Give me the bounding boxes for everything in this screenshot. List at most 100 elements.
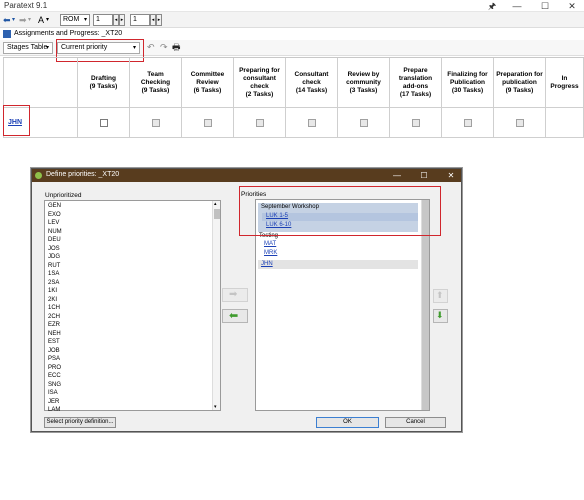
list-item[interactable]: 1CH [48,304,60,313]
close-button[interactable]: ✕ [442,169,460,182]
column-header: Review by community (3 Tasks) [338,58,390,108]
move-right-button[interactable]: ➡ [222,288,248,302]
arrow-left-icon: ⬅ [229,310,239,322]
font-size-label[interactable]: A [38,14,44,26]
undo-icon[interactable]: ↶ [147,41,155,53]
list-item[interactable]: EST [48,338,60,347]
table-cell [442,108,494,138]
font-dropdown-icon[interactable]: ▾ [46,14,49,26]
table-row-book: JHN [3,108,78,138]
view-dropdown[interactable]: Stages Table ▾ [3,42,53,54]
task-checkbox[interactable] [99,118,108,127]
list-item[interactable]: 1KI [48,287,57,296]
priority-item[interactable]: JHN [261,261,273,267]
priority-item[interactable]: LUK 1-5 [266,213,288,219]
verse-field[interactable]: 1 [130,14,150,26]
maximize-button[interactable]: ☐ [535,0,555,12]
arrow-down-icon: ⬇ [436,310,444,320]
priority-item[interactable]: MRK [264,250,277,256]
priority-item[interactable]: LUK 6-10 [266,222,291,228]
priority-group[interactable]: September Workshop LUK 1-5 LUK 6-10 [258,203,418,232]
column-header: Committee Review (6 Tasks) [182,58,234,108]
list-item[interactable]: DEU [48,236,61,245]
cancel-button[interactable]: Cancel [385,417,446,428]
arrow-right-icon: ➡ [229,289,238,300]
list-item[interactable]: RUT [48,262,60,271]
chevron-down-icon: ▾ [83,17,87,23]
task-checkbox[interactable] [463,118,472,127]
list-item[interactable]: ECC [48,372,61,381]
ok-button[interactable]: OK [316,417,379,428]
scroll-up-icon[interactable]: ▴ [214,201,217,207]
list-item[interactable]: JDG [48,253,60,262]
priorities-scrollbar[interactable] [421,200,429,410]
priority-item[interactable]: MAT [264,241,276,247]
list-item[interactable]: LAM [48,406,60,415]
list-item[interactable]: 2KI [48,296,57,305]
priority-group[interactable]: JHN [258,260,418,269]
print-icon[interactable]: 🖶 [172,41,181,53]
back-arrow-icon[interactable]: ⬅ [3,14,11,26]
chapter-field[interactable]: 1 [93,14,113,26]
scroll-down-icon[interactable]: ▾ [214,404,217,410]
list-item[interactable]: SNG [48,381,61,390]
minimize-button[interactable]: — [388,169,406,182]
select-priority-definition-button[interactable]: Select priority definition... [44,417,116,428]
task-checkbox[interactable] [359,118,368,127]
move-up-button[interactable]: ⬆ [433,289,448,303]
unprioritized-scrollbar[interactable]: ▴ ▾ [212,201,220,410]
list-item[interactable]: LEV [48,219,59,228]
list-item[interactable]: EXO [48,211,61,220]
task-checkbox[interactable] [515,118,524,127]
forward-arrow-icon[interactable]: ➡ [19,14,27,26]
close-button[interactable]: ✕ [562,0,582,12]
priority-dropdown[interactable]: Current priority ▾ [57,42,140,54]
move-down-button[interactable]: ⬇ [433,309,448,323]
pin-icon[interactable]: 🖈 [482,0,502,12]
priorities-list[interactable]: September Workshop LUK 1-5 LUK 6-10 Test… [255,199,430,411]
book-link-jhn[interactable]: JHN [8,119,22,126]
maximize-button[interactable]: ☐ [415,169,433,182]
task-checkbox[interactable] [151,118,160,127]
book-column-header [3,58,78,108]
priority-dropdown-value: Current priority [61,44,108,51]
unprioritized-label: Unprioritized [45,192,82,199]
list-item[interactable]: JOB [48,347,60,356]
list-item[interactable]: 1SA [48,270,59,279]
list-item[interactable]: NUM [48,228,62,237]
minimize-button[interactable]: — [507,0,527,12]
task-checkbox[interactable] [307,118,316,127]
unprioritized-list[interactable]: GEN EXO LEV NUM DEU JOS JDG RUT 1SA 2SA 1KI 2KI 1CH 2… [44,200,221,413]
window-icon [3,30,11,38]
stages-toolbar: Stages Table ▾ Current priority ▾ ↶ ↷ 🖶 [0,40,584,56]
task-checkbox[interactable] [411,118,420,127]
scrollbar-thumb[interactable] [214,209,220,219]
dialog-title-bar: Define priorities: _XT20 — ☐ ✕ [32,169,461,182]
list-item[interactable]: JER [48,398,59,407]
chapter-next-button[interactable]: ▸ [119,14,125,26]
table-cell [182,108,234,138]
book-selector[interactable]: ROM ▾ [60,14,90,26]
task-checkbox[interactable] [203,118,212,127]
list-item[interactable]: GEN [48,202,61,211]
list-item[interactable]: 2SA [48,279,59,288]
list-item[interactable]: EZR [48,321,60,330]
table-cell [78,108,130,138]
table-cell [546,108,584,138]
back-dropdown-icon[interactable]: ▾ [12,14,15,26]
app-title-bar: Paratext 9.1 🖈 — ☐ ✕ [0,0,584,12]
column-header: In Progress [546,58,584,108]
forward-dropdown-icon[interactable]: ▾ [28,14,31,26]
task-checkbox[interactable] [255,118,264,127]
list-item[interactable]: PRO [48,364,61,373]
list-item[interactable]: 2CH [48,313,60,322]
verse-value: 1 [133,16,137,23]
move-left-button[interactable]: ⬅ [222,309,248,323]
list-item[interactable]: PSA [48,355,60,364]
list-item[interactable]: ISA [48,389,58,398]
verse-next-button[interactable]: ▸ [156,14,162,26]
redo-icon[interactable]: ↷ [160,41,168,53]
table-cell [390,108,442,138]
list-item[interactable]: NEH [48,330,61,339]
list-item[interactable]: JOS [48,245,60,254]
